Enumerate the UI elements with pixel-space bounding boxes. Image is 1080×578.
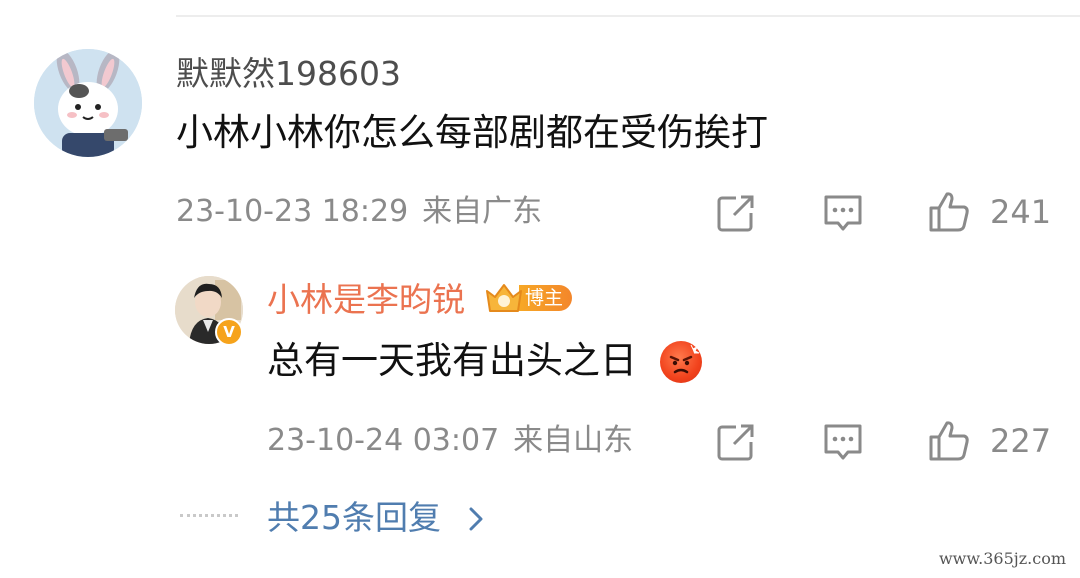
dotted-divider bbox=[180, 514, 238, 517]
view-replies-link[interactable]: 共25条回复 bbox=[267, 498, 486, 538]
watermark: www.365jz.com bbox=[932, 547, 1072, 570]
badge-label: 博主 bbox=[519, 285, 573, 311]
reply-thumbs-up-icon[interactable] bbox=[927, 419, 971, 463]
bunny-avatar-icon bbox=[34, 49, 142, 157]
thumbs-up-icon[interactable] bbox=[927, 190, 971, 234]
view-replies-label: 共25条回复 bbox=[267, 498, 441, 537]
comment-location: 来自广东 bbox=[422, 194, 543, 229]
share-icon[interactable] bbox=[716, 193, 756, 233]
comment-time: 23-10-23 18:29 bbox=[176, 194, 409, 229]
reply-comment-icon[interactable] bbox=[822, 422, 864, 462]
reply-location: 来自山东 bbox=[513, 423, 634, 458]
angry-emoji-icon bbox=[660, 341, 702, 383]
top-divider bbox=[176, 15, 1080, 17]
comment-icon[interactable] bbox=[822, 193, 864, 233]
reply-share-icon[interactable] bbox=[716, 422, 756, 462]
crown-icon bbox=[483, 281, 525, 315]
chevron-right-icon bbox=[469, 507, 482, 531]
verified-badge: V bbox=[215, 318, 243, 346]
comment-text: 小林小林你怎么每部剧都在受伤挨打 bbox=[176, 111, 768, 154]
reply-meta: 23-10-24 03:07 来自山东 bbox=[267, 423, 633, 459]
blogger-badge: 博主 bbox=[483, 281, 573, 315]
comment-username[interactable]: 默默然198603 bbox=[176, 54, 401, 94]
reply-like-count: 227 bbox=[990, 422, 1052, 460]
reply-time: 23-10-24 03:07 bbox=[267, 423, 500, 458]
comment-meta: 23-10-23 18:29 来自广东 bbox=[176, 194, 542, 230]
reply-text: 总有一天我有出头之日 bbox=[267, 339, 637, 382]
comment-like-count: 241 bbox=[990, 193, 1052, 231]
avatar[interactable] bbox=[34, 49, 142, 157]
reply-username[interactable]: 小林是李昀锐 bbox=[267, 280, 465, 320]
